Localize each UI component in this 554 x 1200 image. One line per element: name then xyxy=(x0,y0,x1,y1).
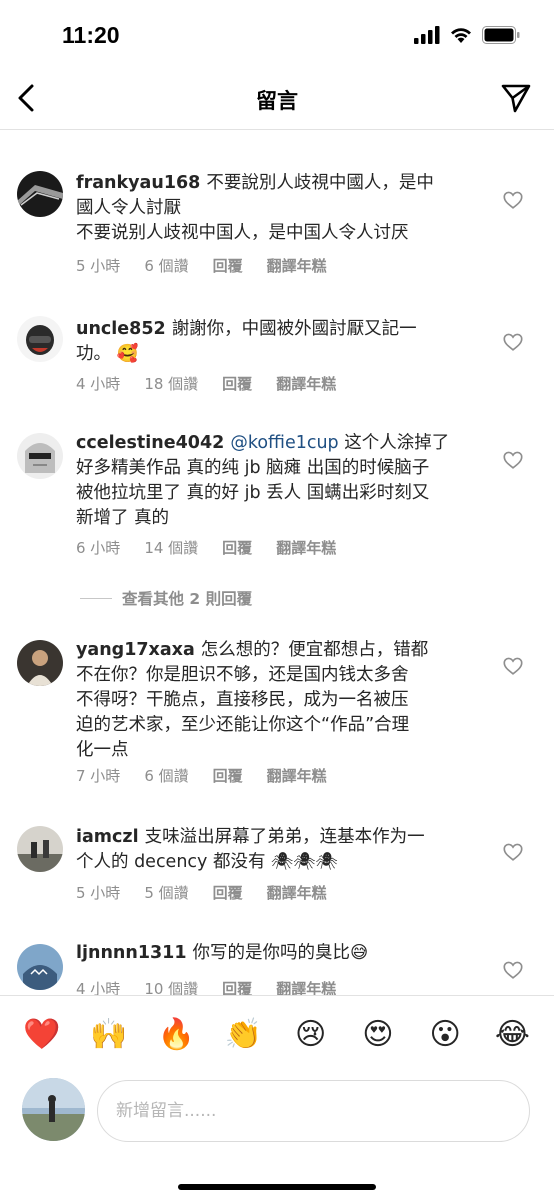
avatar-image xyxy=(17,640,63,686)
battery-icon xyxy=(482,26,520,44)
comment-input[interactable] xyxy=(97,1080,530,1142)
emoji-laughing-button[interactable]: 😂 xyxy=(493,1016,531,1054)
comment-likes[interactable]: 10 個讚 xyxy=(144,978,198,995)
avatar-image xyxy=(22,1078,85,1141)
heart-icon[interactable] xyxy=(502,959,524,981)
comment-list[interactable]: frankyau168 不要說別人歧視中國人，是中 國人令人討厭 不要说别人歧视中… xyxy=(0,131,554,995)
comment-username[interactable]: yang17xaxa xyxy=(76,640,195,660)
comment-likes[interactable]: 6 個讚 xyxy=(144,765,188,786)
status-icons xyxy=(414,26,520,44)
reply-button[interactable]: 回覆 xyxy=(222,373,252,394)
comment-likes[interactable]: 5 個讚 xyxy=(144,882,188,903)
emoji-heart-eyes-button[interactable]: 😍 xyxy=(359,1016,397,1054)
comment-time: 5 小時 xyxy=(76,884,121,902)
comment-text: yang17xaxa 怎么想的？便宜都想占，错都 不在你？你是胆识不够，还是国内钱… xyxy=(76,640,429,760)
heart-icon[interactable] xyxy=(502,841,524,863)
comment-username[interactable]: uncle852 xyxy=(76,319,166,339)
comment-meta: 4 小時 18 個讚 回覆 翻譯年糕 xyxy=(76,373,360,394)
comment-likes[interactable]: 18 個讚 xyxy=(144,373,198,394)
avatar-image xyxy=(17,944,63,990)
heart-icon[interactable] xyxy=(502,331,524,353)
reply-button[interactable]: 回覆 xyxy=(213,882,243,903)
comment-username[interactable]: ccelestine4042 xyxy=(76,433,224,453)
emoji-crying-button[interactable]: 😢 xyxy=(292,1016,330,1054)
comment-likes[interactable]: 6 個讚 xyxy=(144,255,188,276)
emoji-clap-button[interactable]: 👏 xyxy=(224,1016,262,1054)
comment-time: 5 小時 xyxy=(76,257,121,275)
home-indicator xyxy=(178,1184,376,1190)
comment-text: iamczl 支味溢出屏幕了弟弟，连基本作为一 个人的 decency 都没有 🕷… xyxy=(76,827,425,872)
comment-text: uncle852 謝謝你，中國被外國討厭又記一 功。 🥰 xyxy=(76,319,417,364)
comment-composer: ❤️ 🙌 🔥 👏 😢 😍 😮 😂 xyxy=(0,995,554,1200)
reply-button[interactable]: 回覆 xyxy=(222,537,252,558)
comment-username[interactable]: frankyau168 xyxy=(76,173,200,193)
reply-button[interactable]: 回覆 xyxy=(213,765,243,786)
comment-time: 7 小時 xyxy=(76,767,121,785)
translate-button[interactable]: 翻譯年糕 xyxy=(267,765,327,786)
nav-header: 留言 xyxy=(0,70,554,130)
user-avatar xyxy=(22,1078,85,1141)
comment-time: 6 小時 xyxy=(76,539,121,557)
divider-line xyxy=(80,597,112,599)
comment-meta: 7 小時 6 個讚 回覆 翻譯年糕 xyxy=(76,765,351,786)
translate-button[interactable]: 翻譯年糕 xyxy=(276,978,336,995)
comment-text: ccelestine4042 @koffie1cup 这个人涂掉了 好多精美作品 … xyxy=(76,433,450,528)
view-more-replies-button[interactable]: 查看其他 2 則回覆 xyxy=(80,587,252,609)
avatar[interactable] xyxy=(17,826,63,872)
share-button[interactable] xyxy=(498,80,534,116)
heart-icon[interactable] xyxy=(502,189,524,211)
translate-button[interactable]: 翻譯年糕 xyxy=(276,537,336,558)
comment-meta: 5 小時 6 個讚 回覆 翻譯年糕 xyxy=(76,255,351,276)
avatar[interactable] xyxy=(17,640,63,686)
avatar-image xyxy=(17,433,63,479)
status-bar: 11:20 xyxy=(0,0,554,70)
avatar[interactable] xyxy=(17,316,63,362)
avatar-image xyxy=(17,826,63,872)
emoji-fire-button[interactable]: 🔥 xyxy=(157,1016,195,1054)
comment-text: ljnnnn1311 你写的是你吗的臭比😅 xyxy=(76,943,369,963)
page-title: 留言 xyxy=(256,89,298,113)
mention-link[interactable]: @koffie1cup xyxy=(230,433,338,453)
avatar[interactable] xyxy=(17,171,63,217)
avatar[interactable] xyxy=(17,433,63,479)
paper-plane-icon xyxy=(501,84,531,113)
reply-button[interactable]: 回覆 xyxy=(213,255,243,276)
comment-username[interactable]: ljnnnn1311 xyxy=(76,943,187,963)
wifi-icon xyxy=(451,28,471,43)
signal-icon xyxy=(414,26,440,44)
comment-meta: 5 小時 5 個讚 回覆 翻譯年糕 xyxy=(76,882,351,903)
avatar-image xyxy=(17,316,63,362)
comment-username[interactable]: iamczl xyxy=(76,827,139,847)
emoji-surprised-button[interactable]: 😮 xyxy=(426,1016,464,1054)
comment-time: 4 小時 xyxy=(76,980,121,995)
heart-icon[interactable] xyxy=(502,655,524,677)
heart-icon[interactable] xyxy=(502,449,524,471)
input-row xyxy=(22,1078,530,1142)
comment-meta: 4 小時 10 個讚 回覆 翻譯年糕 xyxy=(76,978,360,995)
emoji-raised-hands-button[interactable]: 🙌 xyxy=(90,1016,128,1054)
emoji-heart-button[interactable]: ❤️ xyxy=(23,1016,61,1054)
status-time: 11:20 xyxy=(62,22,120,48)
comment-meta: 6 小時 14 個讚 回覆 翻譯年糕 xyxy=(76,537,360,558)
comment-likes[interactable]: 14 個讚 xyxy=(144,537,198,558)
translate-button[interactable]: 翻譯年糕 xyxy=(276,373,336,394)
avatar-image xyxy=(17,171,63,217)
translate-button[interactable]: 翻譯年糕 xyxy=(267,882,327,903)
comment-text: frankyau168 不要說別人歧視中國人，是中 國人令人討厭 不要说别人歧视中… xyxy=(76,173,434,243)
avatar[interactable] xyxy=(17,944,63,990)
translate-button[interactable]: 翻譯年糕 xyxy=(267,255,327,276)
quick-emoji-bar: ❤️ 🙌 🔥 👏 😢 😍 😮 😂 xyxy=(0,1016,554,1054)
comment-time: 4 小時 xyxy=(76,375,121,393)
reply-button[interactable]: 回覆 xyxy=(222,978,252,995)
